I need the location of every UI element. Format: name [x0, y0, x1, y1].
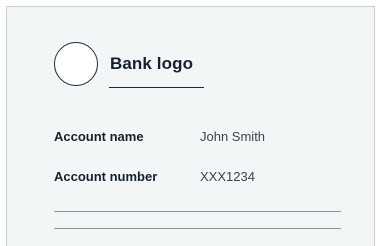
logo-underline-divider — [109, 87, 204, 88]
account-name-value: John Smith — [200, 129, 266, 144]
account-number-label: Account number — [54, 169, 158, 184]
account-name-label: Account name — [54, 129, 144, 144]
bank-logo-label: Bank logo — [110, 54, 194, 73]
divider-line — [54, 228, 341, 229]
account-number-value: XXX1234 — [200, 169, 255, 184]
bank-account-card: Bank logo Account name John Smith Accoun… — [6, 6, 375, 246]
bank-logo-icon — [54, 42, 98, 86]
divider-line — [54, 211, 341, 212]
